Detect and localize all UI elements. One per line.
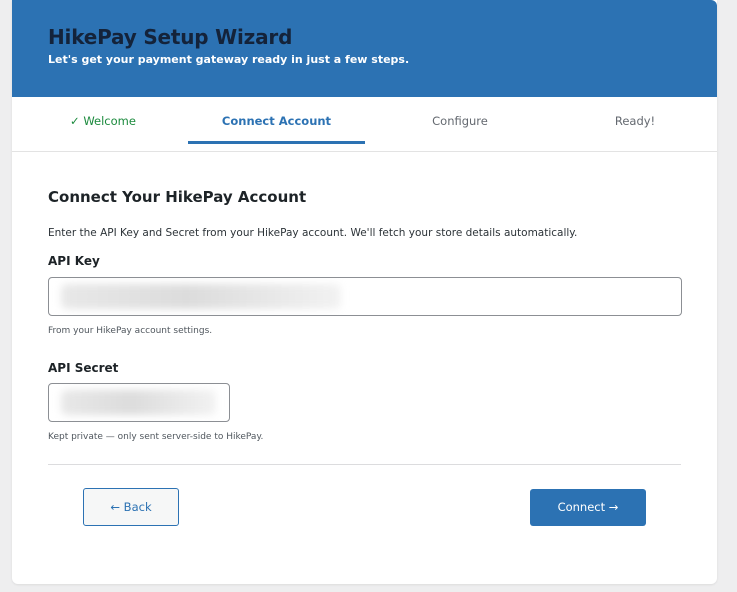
api-secret-masked-value [61,390,216,415]
divider [48,464,681,465]
api-key-hint: From your HikePay account settings. [48,326,213,336]
wizard-card: HikePay Setup Wizard Let's get your paym… [12,0,717,584]
connect-button[interactable]: Connect → [530,489,646,526]
step-configure[interactable]: Configure [380,114,540,128]
step-ready[interactable]: Ready! [590,114,680,128]
back-button[interactable]: ← Back [83,488,179,526]
api-secret-label: API Secret [48,361,119,375]
api-secret-input[interactable] [48,383,230,422]
api-key-input[interactable] [48,277,682,316]
api-secret-hint: Kept private — only sent server-side to … [48,432,264,442]
step-tabs: ✓ Welcome Connect Account Configure Read… [12,97,717,152]
section-intro: Enter the API Key and Secret from your H… [48,227,578,239]
api-key-label: API Key [48,254,100,268]
active-step-indicator [188,141,365,144]
wizard-title: HikePay Setup Wizard [48,25,293,49]
wizard-header: HikePay Setup Wizard Let's get your paym… [12,0,717,97]
step-welcome[interactable]: ✓ Welcome [48,114,158,128]
wizard-subtitle: Let's get your payment gateway ready in … [48,53,410,66]
section-title: Connect Your HikePay Account [48,188,307,206]
api-key-masked-value [61,284,341,309]
step-connect-account[interactable]: Connect Account [188,114,365,128]
